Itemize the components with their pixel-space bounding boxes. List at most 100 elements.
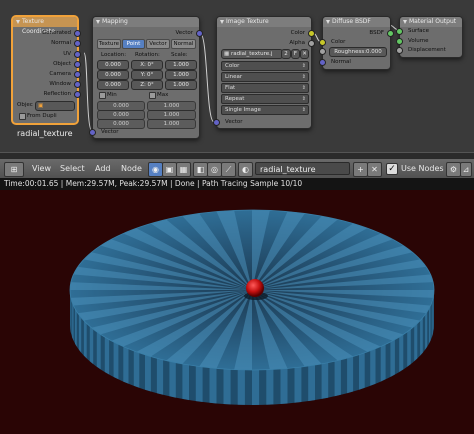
rim-stripe	[89, 326, 94, 365]
socket-color-out[interactable]	[308, 30, 315, 37]
input-surface: Surface	[408, 28, 429, 34]
location-y-field[interactable]: 0.000	[97, 70, 129, 80]
from-dupli-checkbox[interactable]	[19, 113, 26, 120]
output-camera: Camera	[49, 71, 71, 77]
roughness-field[interactable]: Roughness:0.000	[329, 47, 387, 57]
socket-normal[interactable]	[74, 40, 81, 47]
fake-user-button[interactable]: F	[291, 49, 300, 59]
rim-stripe	[334, 359, 341, 397]
object-icon: ▣	[38, 103, 44, 109]
rim-stripe	[83, 320, 87, 359]
rim-stripe	[414, 323, 418, 362]
object-shader-icon[interactable]: ◧	[193, 162, 208, 177]
socket-camera[interactable]	[74, 71, 81, 78]
menu-select[interactable]: Select	[60, 163, 85, 175]
image-users-count[interactable]: 2	[281, 49, 291, 59]
max-z-field[interactable]: 1.000	[147, 119, 196, 129]
unlink-material-icon[interactable]: ✕	[367, 162, 382, 177]
socket-alpha-out[interactable]	[308, 40, 315, 47]
interpolation-dropdown[interactable]: Linear ⇕	[221, 72, 309, 82]
editor-type-icon[interactable]: ⊞	[4, 162, 24, 177]
node-header[interactable]: Image Texture	[217, 17, 311, 27]
scale-z-field[interactable]: 1.000	[165, 80, 197, 90]
socket-generated[interactable]	[74, 30, 81, 37]
projection-dropdown[interactable]: Flat ⇕	[221, 83, 309, 93]
menu-add[interactable]: Add	[95, 163, 111, 175]
min-checkbox[interactable]	[99, 92, 106, 99]
rim-stripe	[380, 344, 386, 382]
add-material-icon[interactable]: +	[353, 162, 368, 177]
image-texture-node[interactable]: Image Texture Color Alpha ▦ radial_textu…	[213, 16, 315, 129]
socket-uv[interactable]	[74, 51, 81, 58]
rim-stripe	[133, 350, 140, 388]
extension-dropdown[interactable]: Repeat ⇕	[221, 94, 309, 104]
unlink-image-button[interactable]: ✕	[300, 49, 309, 59]
socket-vector-out[interactable]	[196, 30, 203, 37]
socket-color-in[interactable]	[319, 39, 326, 46]
location-z-field[interactable]: 0.000	[97, 80, 129, 90]
use-nodes-checkbox[interactable]: ✓	[386, 163, 398, 175]
line-style-icon[interactable]: ⟋	[221, 162, 236, 177]
color-space-dropdown[interactable]: Color ⇕	[221, 61, 309, 71]
texture-coordinate-node[interactable]: Texture Coordinate Generated Normal UV O…	[12, 16, 81, 124]
node-header[interactable]: Texture Coordinate	[13, 17, 77, 35]
scale-x-field[interactable]: 1.000	[165, 60, 197, 70]
snap-icon[interactable]: ⊿	[460, 162, 472, 177]
texture-nodes-icon[interactable]: ▦	[176, 162, 191, 177]
rim-stripe	[104, 337, 110, 375]
collapse-icon[interactable]	[403, 20, 407, 24]
tab-normal[interactable]: Normal	[171, 39, 196, 49]
material-browse-icon[interactable]: ◐	[238, 162, 253, 177]
backdrop-icon[interactable]: ⚙	[446, 162, 461, 177]
max-checkbox[interactable]	[149, 92, 156, 99]
rotation-y-field[interactable]: Y: 0°	[131, 70, 163, 80]
socket-surface-in[interactable]	[396, 28, 403, 35]
socket-object[interactable]	[74, 61, 81, 68]
node-header[interactable]: Mapping	[93, 17, 199, 27]
material-output-node[interactable]: Material Output Surface Volume Displacem…	[396, 16, 463, 58]
socket-roughness-in[interactable]	[319, 48, 326, 55]
socket-normal-in[interactable]	[319, 59, 326, 66]
rim-stripe	[266, 369, 274, 405]
location-x-field[interactable]: 0.000	[97, 60, 129, 70]
socket-window[interactable]	[74, 81, 81, 88]
node-editor[interactable]: Texture Coordinate Generated Normal UV O…	[0, 0, 474, 152]
dropdown-value: Repeat	[225, 96, 245, 102]
menu-node[interactable]: Node	[121, 163, 142, 175]
socket-volume-in[interactable]	[396, 38, 403, 45]
socket-reflection[interactable]	[74, 91, 81, 98]
menu-view[interactable]: View	[32, 163, 51, 175]
tab-texture[interactable]: Texture	[97, 39, 121, 49]
collapse-icon[interactable]	[16, 20, 20, 24]
render-viewport[interactable]	[0, 190, 474, 434]
collapse-icon[interactable]	[326, 20, 330, 24]
node-header[interactable]: Diffuse BSDF	[323, 17, 390, 27]
tab-point[interactable]: Point	[122, 39, 145, 49]
compositing-nodes-icon[interactable]: ▣	[162, 162, 177, 177]
updown-arrows-icon: ⇕	[301, 63, 306, 69]
image-selector[interactable]: ▦ radial_texture.j	[221, 49, 283, 59]
scale-y-field[interactable]: 1.000	[165, 70, 197, 80]
max-label: Max	[157, 92, 169, 98]
material-name-field[interactable]: radial_texture	[255, 162, 350, 175]
collapse-icon[interactable]	[220, 20, 224, 24]
source-dropdown[interactable]: Single Image ⇕	[221, 105, 309, 115]
shader-nodes-icon[interactable]: ◉	[148, 162, 163, 177]
input-vector: Vector	[101, 129, 119, 135]
socket-vector-in[interactable]	[89, 129, 96, 136]
diffuse-bsdf-node[interactable]: Diffuse BSDF BSDF Color Roughness:0.000 …	[319, 16, 394, 70]
collapse-icon[interactable]	[96, 20, 100, 24]
socket-vector-in[interactable]	[213, 119, 220, 126]
object-field[interactable]: ▣	[35, 101, 75, 111]
socket-displacement-in[interactable]	[396, 47, 403, 54]
rotation-x-field[interactable]: X: 0°	[131, 60, 163, 70]
mapping-node[interactable]: Mapping Vector Texture Point Vector Norm…	[89, 16, 203, 139]
tab-vector[interactable]: Vector	[146, 39, 170, 49]
close-icon: ✕	[302, 51, 307, 57]
rim-stripe	[145, 354, 151, 392]
node-name-label: radial_texture	[17, 129, 73, 138]
socket-bsdf-out[interactable]	[387, 30, 394, 37]
world-shader-icon[interactable]: ◎	[207, 162, 222, 177]
rotation-z-field[interactable]: Z: 0°	[131, 80, 163, 90]
node-header[interactable]: Material Output	[400, 17, 462, 27]
